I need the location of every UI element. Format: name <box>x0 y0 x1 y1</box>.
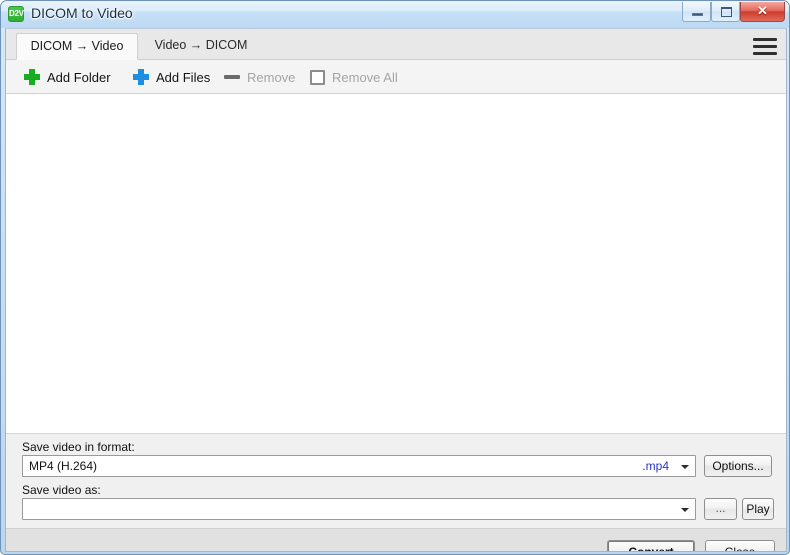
dash-icon <box>224 69 240 85</box>
plus-icon <box>24 69 40 85</box>
remove-label: Remove <box>247 69 296 85</box>
tab-video-to-dicom[interactable]: Video → DICOM <box>146 33 256 60</box>
add-files-button[interactable]: Add Files <box>133 64 210 90</box>
minimize-icon <box>692 13 703 16</box>
app-icon: D2V <box>8 6 24 22</box>
client-area: DICOM → Video Video → DICOM Add Folder A… <box>5 28 787 552</box>
menu-bar-2 <box>753 45 777 48</box>
format-combobox[interactable]: MP4 (H.264) .mp4 <box>22 455 696 477</box>
format-value: MP4 (H.264) <box>29 459 98 473</box>
play-button[interactable]: Play <box>742 498 774 520</box>
save-as-label: Save video as: <box>22 483 101 497</box>
format-label: Save video in format: <box>22 440 135 454</box>
maximize-icon <box>721 7 732 17</box>
chevron-down-icon[interactable] <box>676 457 694 475</box>
add-folder-label: Add Folder <box>47 69 111 85</box>
browse-button[interactable]: ... <box>704 498 737 520</box>
save-as-combobox[interactable] <box>22 498 696 520</box>
add-folder-button[interactable]: Add Folder <box>24 64 111 90</box>
file-list[interactable] <box>6 94 786 434</box>
close-icon: ✕ <box>757 3 768 18</box>
menu-bar-3 <box>753 52 777 55</box>
close-button[interactable]: Close <box>705 540 775 551</box>
convert-button[interactable]: Convert <box>607 540 695 551</box>
hamburger-menu-icon[interactable] <box>752 34 778 56</box>
window-title: DICOM to Video <box>31 5 133 21</box>
plus-icon <box>133 69 149 85</box>
maximize-button[interactable] <box>711 2 740 22</box>
add-files-label: Add Files <box>156 69 211 85</box>
application-window: D2V DICOM to Video ✕ DICOM → Video Video… <box>0 0 790 555</box>
tab-strip: DICOM → Video Video → DICOM <box>6 29 786 60</box>
format-extension: .mp4 <box>642 459 669 473</box>
menu-bar-1 <box>753 38 777 41</box>
remove-all-label: Remove All <box>332 69 398 85</box>
options-button[interactable]: Options... <box>704 455 772 477</box>
remove-all-button[interactable]: Remove All <box>310 64 398 90</box>
minimize-button[interactable] <box>682 2 711 22</box>
output-options-panel: Save video in format: MP4 (H.264) .mp4 O… <box>6 434 786 528</box>
remove-button[interactable]: Remove <box>224 64 295 90</box>
chevron-down-icon[interactable] <box>676 500 694 518</box>
toolbar: Add Folder Add Files Remove Remove All <box>6 60 786 94</box>
title-bar: D2V DICOM to Video ✕ <box>1 1 789 28</box>
window-close-button[interactable]: ✕ <box>740 2 785 22</box>
square-icon <box>310 69 325 85</box>
tab-dicom-to-video[interactable]: DICOM → Video <box>16 33 138 60</box>
